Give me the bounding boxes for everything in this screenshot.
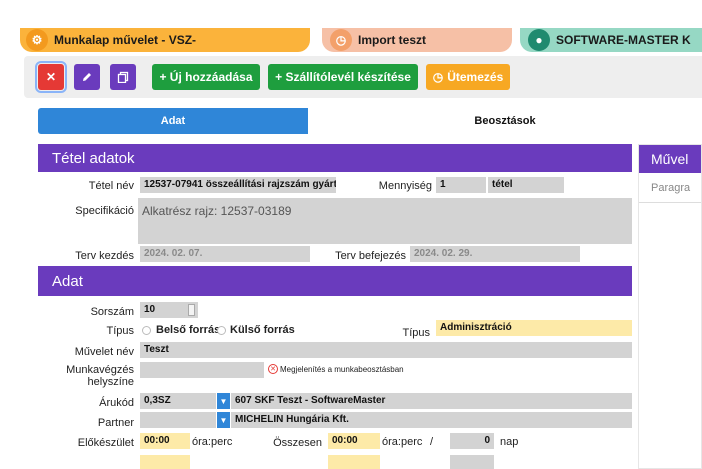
plan-end-field[interactable]: 2024. 02. 29.: [410, 246, 580, 262]
next-row-field[interactable]: [140, 455, 190, 469]
delivery-note-label: + Szállítólevél készítése: [275, 70, 411, 84]
close-icon: ✕: [45, 70, 57, 84]
tab-label: Munkalap művelet - VSZ-: [54, 33, 197, 47]
type2-label: Típus: [402, 327, 430, 339]
tab-munkalap[interactable]: ⚙ Munkalap művelet - VSZ-: [20, 28, 310, 52]
radio-internal[interactable]: [142, 326, 151, 335]
plan-end-label: Terv befejezés: [335, 250, 406, 262]
user-icon: ●: [528, 29, 550, 51]
partner-code-field[interactable]: [140, 412, 216, 428]
next-row-field[interactable]: [328, 455, 380, 469]
tab-adat-label: Adat: [160, 115, 186, 127]
item-section-header: Tétel adatok: [38, 144, 632, 172]
op-name-label: Művelet név: [74, 346, 134, 358]
clock-icon: ◷: [432, 70, 444, 84]
workplace-label-2: helyszíne: [87, 376, 134, 388]
radio-internal-label: Belső forrás: [156, 324, 221, 336]
item-name-label: Tétel név: [88, 180, 134, 192]
clock-icon: ◷: [330, 29, 352, 51]
slash-separator: /: [430, 436, 434, 448]
workplace-note: Megjelenítés a munkabeosztásban: [280, 365, 404, 374]
gear-icon: ⚙: [26, 29, 48, 51]
quantity-unit: tétel: [488, 177, 564, 193]
tab-beosztasok-label: Beosztások: [474, 115, 536, 127]
op-name-field[interactable]: Teszt: [140, 342, 632, 358]
type-label: Típus: [106, 325, 134, 337]
product-field[interactable]: 607 SKF Teszt - SoftwareMaster: [231, 393, 632, 409]
tab-beosztasok[interactable]: Beosztások: [308, 108, 702, 134]
tab-import[interactable]: ◷ Import teszt: [322, 28, 512, 52]
total-label: Összesen: [273, 437, 322, 449]
paragraph-select[interactable]: Paragra: [639, 173, 701, 203]
operation-panel: Művel Paragra: [638, 144, 702, 469]
type2-field[interactable]: Adminisztráció: [436, 320, 632, 336]
chevron-down-icon[interactable]: ▼: [217, 412, 230, 428]
days-field[interactable]: 0: [450, 433, 494, 449]
seq-label: Sorszám: [90, 306, 134, 318]
tab-software-master[interactable]: ● SOFTWARE-MASTER K: [520, 28, 702, 52]
stepper-icon[interactable]: [188, 304, 195, 316]
tab-label: SOFTWARE-MASTER K: [556, 33, 691, 47]
prep-label: Előkészület: [77, 437, 134, 449]
schedule-label: Ütemezés: [447, 70, 504, 84]
item-name-field[interactable]: 12537-07941 összeállítási rajzszám gyárt: [140, 177, 336, 193]
copy-icon: [117, 71, 129, 83]
data-section-header: Adat: [38, 266, 632, 296]
close-button[interactable]: ✕: [35, 61, 67, 93]
plan-start-field[interactable]: 2024. 02. 07.: [140, 246, 310, 262]
prep-field[interactable]: 00:00: [140, 433, 190, 449]
product-label: Árukód: [99, 397, 134, 409]
total-field[interactable]: 00:00: [328, 433, 380, 449]
add-new-button[interactable]: + Új hozzáadása: [152, 64, 260, 90]
panel-header: Művel: [639, 145, 701, 173]
edit-button[interactable]: [74, 64, 100, 90]
toolbar: ✕ + Új hozzáadása + Szállítólevél készít…: [24, 56, 702, 98]
product-code-field[interactable]: 0,3SZ: [140, 393, 216, 409]
section-title: Tétel adatok: [52, 149, 135, 167]
prep-unit: óra:perc: [192, 436, 233, 448]
delivery-note-button[interactable]: + Szállítólevél készítése: [268, 64, 418, 90]
section-title: Adat: [52, 272, 83, 290]
total-unit: óra:perc: [382, 436, 423, 448]
spec-label: Specifikáció: [75, 205, 134, 217]
spec-field[interactable]: Alkatrész rajz: 12537-03189: [138, 198, 632, 244]
next-row-field[interactable]: [450, 455, 494, 469]
partner-label: Partner: [97, 417, 134, 429]
chevron-down-icon[interactable]: ▼: [217, 393, 230, 409]
radio-external[interactable]: [217, 326, 226, 335]
add-new-label: + Új hozzáadása: [159, 70, 253, 84]
schedule-button[interactable]: ◷ Ütemezés: [426, 64, 510, 90]
error-circle-icon: ✕: [268, 364, 278, 374]
tab-label: Import teszt: [358, 33, 427, 47]
panel-title: Művel: [651, 151, 689, 167]
quantity-field[interactable]: 1: [436, 177, 486, 193]
days-unit: nap: [500, 436, 519, 448]
paragraph-placeholder: Paragra: [651, 181, 691, 194]
workplace-field[interactable]: [140, 362, 264, 378]
tab-adat[interactable]: Adat: [38, 108, 308, 134]
partner-field[interactable]: MICHELIN Hungária Kft.: [231, 412, 632, 428]
pencil-icon: [83, 73, 91, 81]
radio-external-label: Külső forrás: [230, 324, 295, 336]
quantity-label: Mennyiség: [378, 180, 432, 192]
copy-button[interactable]: [110, 64, 136, 90]
workplace-label-1: Munkavégzés: [66, 364, 134, 376]
plan-start-label: Terv kezdés: [75, 250, 134, 262]
